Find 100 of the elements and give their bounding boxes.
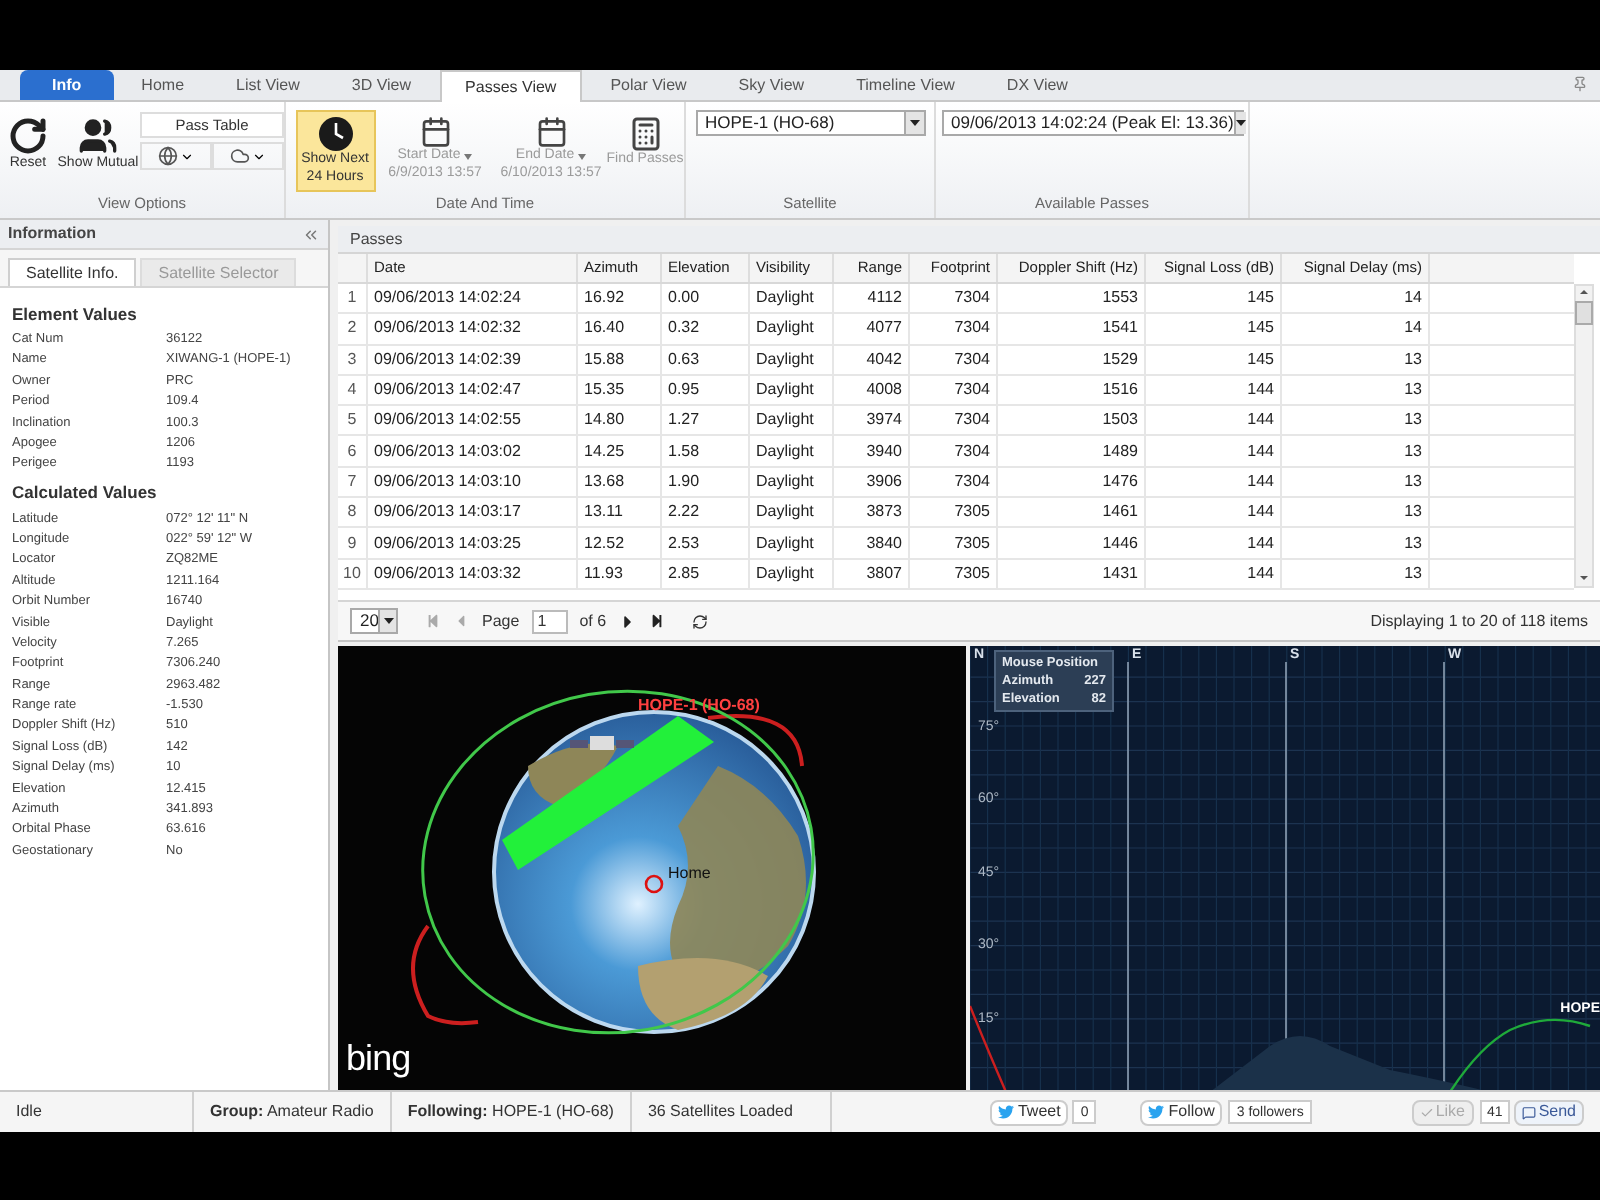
table-cell: 3974 (834, 406, 910, 435)
table-cell: Daylight (750, 345, 834, 374)
table-cell: 13 (1282, 528, 1430, 558)
dropdown-arrow-icon (1235, 120, 1246, 126)
caret-icon (180, 149, 194, 164)
table-cell: 3840 (834, 528, 910, 558)
tweet-button[interactable]: Tweet (989, 1099, 1069, 1125)
row-number: 4 (338, 375, 368, 405)
table-cell: 0.00 (662, 284, 750, 313)
bird-icon (1148, 1104, 1165, 1120)
table-cell: 7305 (910, 498, 998, 527)
view-tab[interactable]: DX View (982, 70, 1092, 100)
table-cell: 09/06/2013 14:02:55 (368, 406, 578, 435)
dropdown-arrow-icon (383, 618, 394, 624)
table-cell: 4112 (834, 284, 910, 313)
globe-icon (158, 146, 178, 167)
row-number: 3 (338, 345, 368, 374)
follow-button[interactable]: Follow (1140, 1099, 1223, 1125)
table-cell: 7304 (910, 375, 998, 405)
caret-icon (464, 153, 473, 160)
table-cell: 3940 (834, 436, 910, 466)
group-text: Group: Amateur Radio (210, 1100, 374, 1124)
satellite-select[interactable]: HOPE-1 (HO-68) (695, 110, 925, 136)
table-cell: 09/06/2013 14:03:32 (368, 559, 578, 588)
row-number: 10 (338, 559, 368, 588)
pass-arc (970, 1005, 1008, 1090)
satellite-label: HOPE-1 (HO-68) (638, 694, 760, 718)
table-cell: 3906 (834, 467, 910, 497)
table-cell: 145 (1146, 345, 1282, 374)
row-number: 9 (338, 528, 368, 558)
table-cell: 145 (1146, 284, 1282, 313)
page-size-select[interactable]: 20 (350, 608, 398, 634)
collapse-icon[interactable] (302, 225, 320, 243)
table-cell: Daylight (750, 375, 834, 405)
pager-summary: Displaying 1 to 20 of 118 items (1370, 609, 1588, 633)
globe-dropdown-button[interactable] (140, 142, 212, 171)
app-menu-tab[interactable]: Info (20, 70, 114, 100)
view-tab[interactable]: Passes View (439, 70, 583, 102)
view-tab[interactable]: Timeline View (832, 70, 979, 100)
table-cell: 4042 (834, 345, 910, 374)
row-number: 7 (338, 467, 368, 497)
available-passes-select[interactable]: 09/06/2013 14:02:24 (Peak El: 13.36) (941, 110, 1243, 136)
table-cell: 1461 (998, 498, 1146, 527)
table-cell: 1516 (998, 375, 1146, 405)
row-number: 8 (338, 498, 368, 527)
table-cell: 2.85 (662, 559, 750, 588)
cloud-dropdown-button[interactable] (212, 142, 284, 171)
table-cell: 09/06/2013 14:03:25 (368, 528, 578, 558)
globe-drawing[interactable] (411, 690, 816, 1034)
last-page-icon[interactable] (650, 614, 665, 628)
table-cell: 144 (1146, 559, 1282, 588)
caret-icon (578, 153, 587, 160)
table-cell: 3807 (834, 559, 910, 588)
page-input[interactable]: 1 (531, 609, 568, 633)
table-cell: 13 (1282, 467, 1430, 497)
satellites-loaded-text: 36 Satellites Loaded (631, 1092, 832, 1132)
table-cell: 13 (1282, 406, 1430, 435)
dropdown-arrow-icon (909, 120, 919, 126)
bird-icon (997, 1104, 1014, 1120)
table-cell: 14 (1282, 314, 1430, 344)
view-tab[interactable]: Polar View (586, 70, 711, 100)
calendar-icon (419, 116, 451, 148)
table-cell: 7304 (910, 406, 998, 435)
view-tab[interactable]: Sky View (714, 70, 829, 100)
view-tab[interactable]: List View (212, 70, 324, 100)
table-cell: 144 (1146, 498, 1282, 527)
table-cell: 0.95 (662, 375, 750, 405)
table-cell: 0.32 (662, 314, 750, 344)
row-number: 1 (338, 284, 368, 313)
table-cell: 7305 (910, 528, 998, 558)
scrollbar[interactable] (1574, 284, 1594, 588)
table-cell: 144 (1146, 436, 1282, 466)
table-cell: 144 (1146, 528, 1282, 558)
table-cell: 7304 (910, 436, 998, 466)
table-cell: 13 (1282, 345, 1430, 374)
view-tab[interactable]: 3D View (327, 70, 436, 100)
table-cell: 16.40 (578, 314, 662, 344)
pin-icon[interactable] (1572, 76, 1588, 92)
table-cell: 1446 (998, 528, 1146, 558)
table-cell: 7304 (910, 284, 998, 313)
table-cell: 7304 (910, 345, 998, 374)
table-cell: 7305 (910, 559, 998, 588)
table-cell: 14.25 (578, 436, 662, 466)
table-cell: Daylight (750, 467, 834, 497)
table-cell: 1.90 (662, 467, 750, 497)
view-tab[interactable]: Home (117, 70, 209, 100)
send-button[interactable]: Send (1514, 1099, 1584, 1125)
refresh-icon[interactable] (692, 613, 709, 629)
table-cell: 14 (1282, 284, 1430, 313)
table-cell: 0.63 (662, 345, 750, 374)
table-cell: 12.52 (578, 528, 662, 558)
row-number: 2 (338, 314, 368, 344)
section-title: Element Values (12, 302, 139, 328)
table-cell: 09/06/2013 14:03:17 (368, 498, 578, 527)
table-cell: 15.88 (578, 345, 662, 374)
table-cell: 4008 (834, 375, 910, 405)
table-cell: Daylight (750, 284, 834, 313)
table-cell: 13 (1282, 498, 1430, 527)
panel-tab[interactable]: Satellite Info. (8, 258, 137, 286)
table-cell: 13.11 (578, 498, 662, 527)
